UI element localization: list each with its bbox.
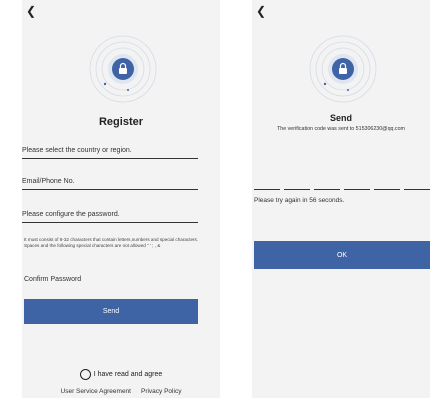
country-field[interactable]: Please select the country or region. <box>22 147 198 159</box>
page-title: Register <box>98 116 144 128</box>
page-title: Send <box>329 113 352 123</box>
agree-row: I have read and agree <box>22 369 220 380</box>
password-placeholder: Please configure the password. <box>22 211 120 218</box>
code-digit[interactable] <box>284 180 310 190</box>
lock-icon <box>89 35 157 103</box>
code-digit[interactable] <box>404 180 430 190</box>
lock-emblem <box>308 34 378 104</box>
sent-message: The verification code was sent to 515306… <box>277 126 405 132</box>
email-placeholder: Email/Phone No. <box>22 178 75 185</box>
password-field[interactable]: Please configure the password. <box>22 211 198 223</box>
back-icon[interactable]: ❮ <box>26 4 40 18</box>
code-digit[interactable] <box>344 180 370 190</box>
send-screen: ❮ Send The verification code was sent to… <box>252 0 430 398</box>
lock-emblem <box>88 34 158 104</box>
register-screen: ❮ Register Please select the country or … <box>22 0 220 398</box>
verification-code-input[interactable] <box>254 180 430 190</box>
retry-message: Please try again in 56 seconds. <box>254 197 345 204</box>
agree-radio[interactable] <box>79 369 91 380</box>
ok-button[interactable]: OK <box>254 241 430 269</box>
lock-icon <box>309 35 377 103</box>
country-placeholder: Please select the country or region. <box>22 147 132 154</box>
code-digit[interactable] <box>254 180 280 190</box>
password-hint: It must consist of 8-32 characters that … <box>24 237 199 248</box>
confirm-password-field[interactable]: Confirm Password <box>24 276 81 283</box>
user-agreement-link[interactable]: User Service Agreement <box>61 388 131 395</box>
send-button[interactable]: Send <box>24 299 198 324</box>
email-field[interactable]: Email/Phone No. <box>22 178 198 190</box>
code-digit[interactable] <box>314 180 340 190</box>
back-icon[interactable]: ❮ <box>256 4 270 18</box>
legal-links: User Service Agreement Privacy Policy <box>22 388 220 395</box>
privacy-policy-link[interactable]: Privacy Policy <box>141 388 181 395</box>
code-digit[interactable] <box>374 180 400 190</box>
agree-label: I have read and agree <box>93 371 163 378</box>
